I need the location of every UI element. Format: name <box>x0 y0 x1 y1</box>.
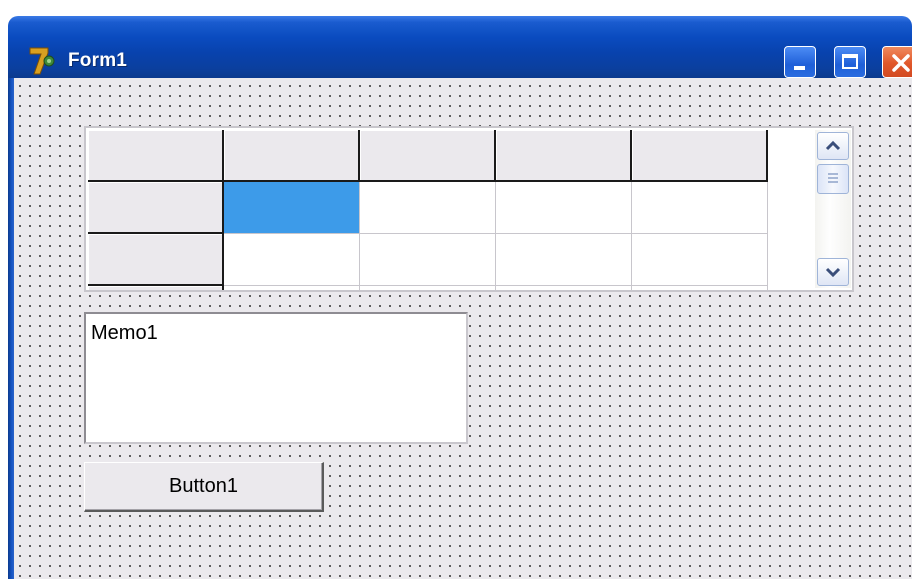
grid-data-cell[interactable] <box>224 234 360 286</box>
string-grid[interactable] <box>84 126 854 292</box>
grid-data-cell[interactable] <box>632 182 768 234</box>
grid-row-header-cell[interactable] <box>88 182 224 234</box>
button1[interactable]: Button1 <box>84 462 324 512</box>
grip-icon <box>828 173 838 183</box>
grid-header-cell[interactable] <box>224 130 360 182</box>
scroll-down-button[interactable] <box>817 258 849 286</box>
grid-data-cell[interactable] <box>224 286 360 290</box>
grid-data-cell[interactable] <box>496 234 632 286</box>
delphi-logo-icon <box>29 47 55 75</box>
form-window: Form1 Memo1 Button1 <box>0 0 912 579</box>
close-button[interactable] <box>882 46 912 78</box>
close-icon <box>892 54 910 72</box>
grid-selected-cell[interactable] <box>224 182 360 234</box>
chevron-up-icon <box>825 140 841 151</box>
grid-data-cell[interactable] <box>496 182 632 234</box>
maximize-button[interactable] <box>834 46 866 78</box>
memo-text-area[interactable]: Memo1 <box>84 312 468 444</box>
chevron-down-icon <box>825 267 841 278</box>
minimize-button[interactable] <box>784 46 816 78</box>
grid-row-header-cell[interactable] <box>88 234 224 286</box>
minimize-icon <box>794 66 805 70</box>
grid-data-cell[interactable] <box>360 234 496 286</box>
grid-header-cell[interactable] <box>360 130 496 182</box>
title-bar[interactable]: Form1 <box>8 16 912 78</box>
grid-header-cell[interactable] <box>496 130 632 182</box>
grid-row-header-cell[interactable] <box>88 286 224 290</box>
grid-data-cell[interactable] <box>632 234 768 286</box>
scroll-up-button[interactable] <box>817 132 849 160</box>
scroll-thumb[interactable] <box>817 164 849 194</box>
grid-data-cell[interactable] <box>360 286 496 290</box>
grid-header-cell[interactable] <box>632 130 768 182</box>
maximize-icon <box>842 54 858 69</box>
window-title: Form1 <box>68 50 128 71</box>
grid-vertical-scrollbar[interactable] <box>815 130 851 288</box>
grid-fixed-cell <box>88 130 224 182</box>
grid-data-cell[interactable] <box>360 182 496 234</box>
grid-data-cell[interactable] <box>632 286 768 290</box>
grid-data-cell[interactable] <box>496 286 632 290</box>
